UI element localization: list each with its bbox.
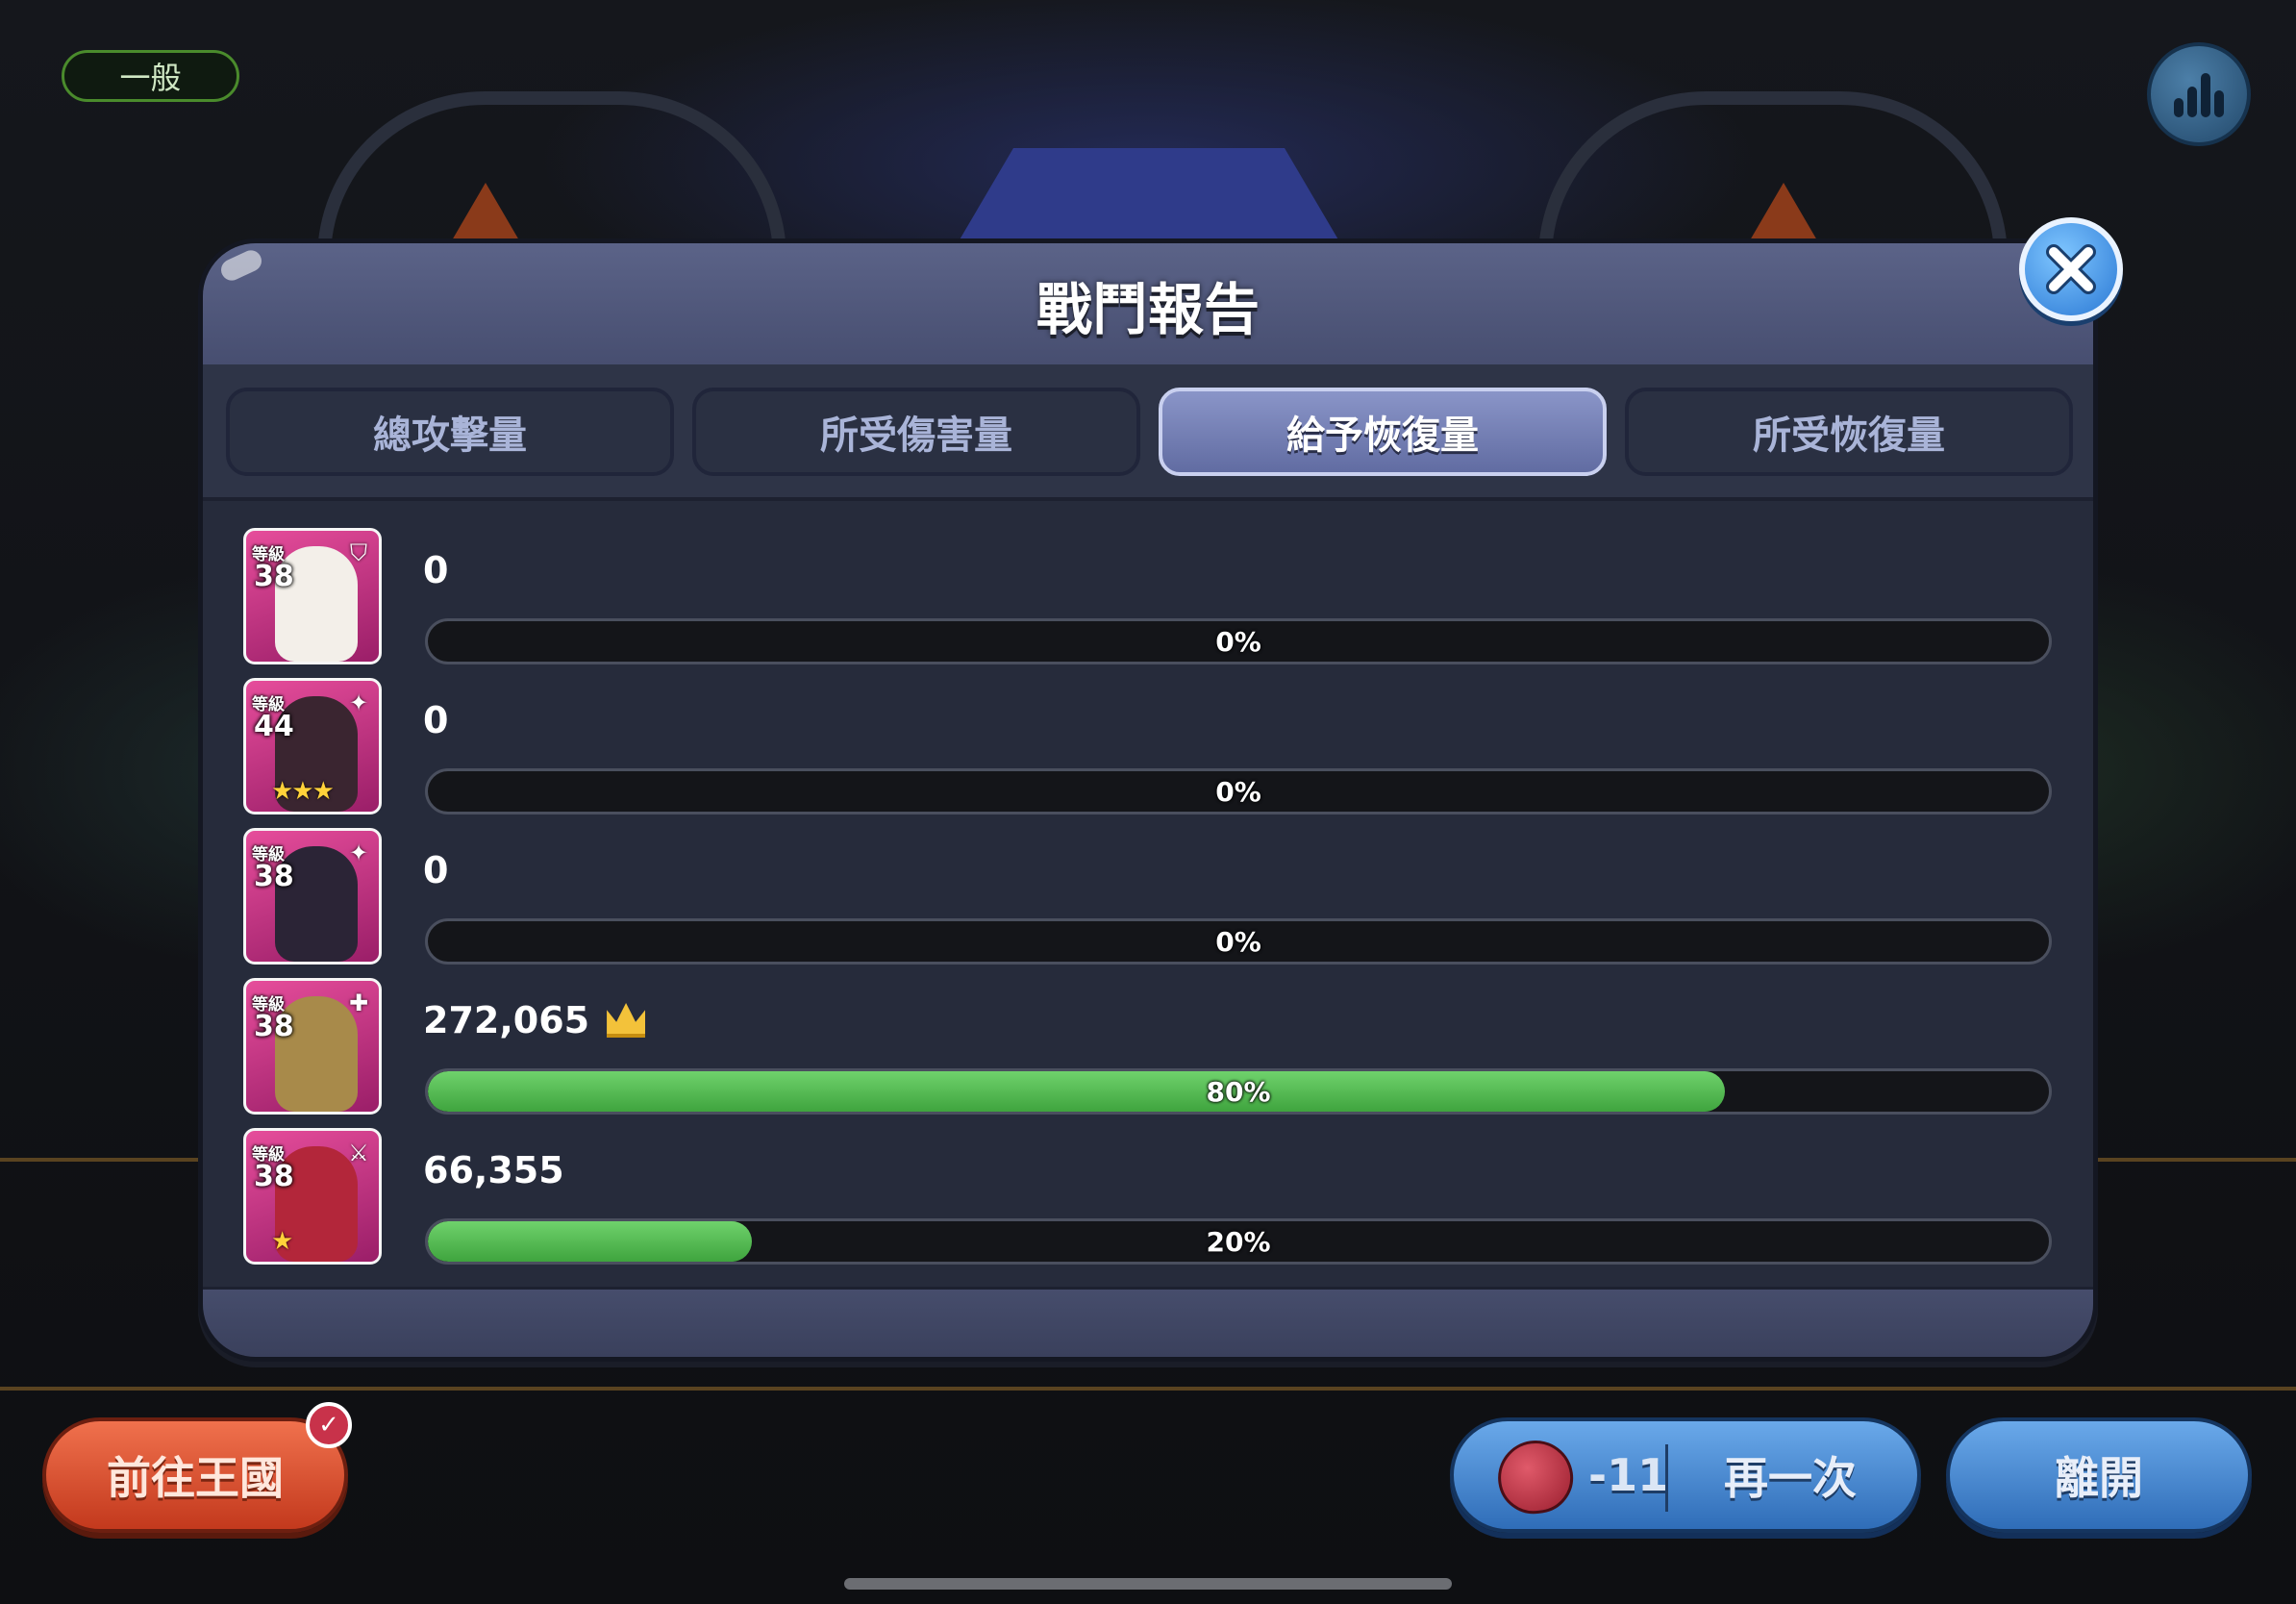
list-item: 等級 38 ⚔ ★ 66,355 20%: [243, 1128, 2070, 1266]
cookie-avatar[interactable]: 等級 44 ✦ ★★★: [243, 678, 382, 815]
tab-healing-received[interactable]: 所受恢復量: [1625, 388, 2073, 476]
shield-icon: ⛉: [350, 539, 367, 566]
sword-icon: ⚔: [348, 1140, 369, 1166]
close-button[interactable]: [2019, 217, 2123, 321]
list-item: 等級 38 ✦ 0 0%: [243, 828, 2070, 966]
report-list: 等級 38 ⛉ 0 0% 等級 44 ✦ ★★★ 0 0% 等級 38 ✦ 0 …: [203, 501, 2093, 1290]
healing-amount: 0: [423, 549, 449, 591]
tab-healing-given[interactable]: 給予恢復量: [1159, 388, 1607, 476]
background-window: [959, 148, 1339, 240]
list-item: 等級 44 ✦ ★★★ 0 0%: [243, 678, 2070, 816]
panel-header: 戰鬥報告: [203, 243, 2093, 364]
healing-amount: 0: [423, 849, 449, 891]
panel-title: 戰鬥報告: [1036, 277, 1260, 342]
healing-value: 0: [423, 549, 448, 591]
home-indicator[interactable]: [844, 1578, 1452, 1590]
list-item: 等級 38 ✚ 272,065 80%: [243, 978, 2070, 1116]
share-percent: 0%: [1215, 775, 1261, 808]
floor-line: [0, 1387, 2296, 1391]
cookie-avatar[interactable]: 等級 38 ✦: [243, 828, 382, 965]
close-icon: [2046, 244, 2096, 294]
promotion-stars: ★: [271, 1227, 293, 1256]
healing-value: 66,355: [423, 1149, 564, 1191]
plus-icon: ✚: [348, 990, 369, 1016]
leave-button[interactable]: 離開: [1946, 1417, 2252, 1533]
stats-button[interactable]: [2147, 42, 2251, 146]
bar-chart-icon: [2174, 73, 2224, 117]
panel-footer: [203, 1287, 2093, 1357]
level-number: 38: [254, 560, 294, 593]
share-percent: 0%: [1215, 925, 1261, 958]
sparkle-icon: ✦: [348, 840, 369, 866]
retry-label: 再一次: [1724, 1452, 1857, 1504]
tab-bar: 總攻擊量 所受傷害量 給予恢復量 所受恢復量: [203, 364, 2093, 501]
battle-report-panel: 戰鬥報告 總攻擊量 所受傷害量 給予恢復量 所受恢復量 等級 38 ⛉ 0 0%: [198, 238, 2098, 1362]
share-percent: 80%: [1206, 1075, 1271, 1108]
stamina-cost: -11: [1588, 1449, 1669, 1501]
share-percent: 20%: [1206, 1225, 1271, 1258]
healing-amount: 272,065: [423, 999, 590, 1041]
crown-icon: [607, 1003, 646, 1038]
cookie-avatar[interactable]: 等級 38 ⛉: [243, 528, 382, 664]
promotion-stars: ★★★: [271, 777, 335, 806]
difficulty-mode-label: 一般: [62, 50, 239, 102]
healing-value: 0: [423, 849, 448, 891]
share-bar: 0%: [425, 618, 2052, 664]
retry-button[interactable]: -11 再一次: [1450, 1417, 1921, 1533]
cookie-avatar[interactable]: 等級 38 ✚: [243, 978, 382, 1115]
share-bar: 20%: [425, 1218, 2052, 1265]
tab-total-damage[interactable]: 總攻擊量: [226, 388, 674, 476]
share-percent: 0%: [1215, 625, 1261, 658]
cookie-avatar[interactable]: 等級 38 ⚔ ★: [243, 1128, 382, 1265]
background-arch: [317, 91, 786, 259]
tab-damage-taken[interactable]: 所受傷害量: [692, 388, 1140, 476]
share-bar: 80%: [425, 1068, 2052, 1115]
jelly-heart-icon: [1493, 1435, 1578, 1519]
healing-value: 0: [423, 699, 448, 741]
level-number: 38: [254, 860, 294, 893]
list-item: 等級 38 ⛉ 0 0%: [243, 528, 2070, 666]
sparkle-icon: ✦: [348, 689, 369, 716]
divider: [1665, 1444, 1668, 1512]
level-number: 38: [254, 1160, 294, 1193]
share-bar: 0%: [425, 768, 2052, 815]
share-bar: 0%: [425, 918, 2052, 965]
level-number: 38: [254, 1010, 294, 1043]
healing-amount: 66,355: [423, 1149, 564, 1191]
level-number: 44: [254, 710, 294, 743]
healing-amount: 0: [423, 699, 449, 741]
checkmark-icon: ✓: [306, 1402, 352, 1448]
go-to-kingdom-button[interactable]: 前往王國: [42, 1417, 348, 1533]
healing-value: 272,065: [423, 999, 646, 1041]
